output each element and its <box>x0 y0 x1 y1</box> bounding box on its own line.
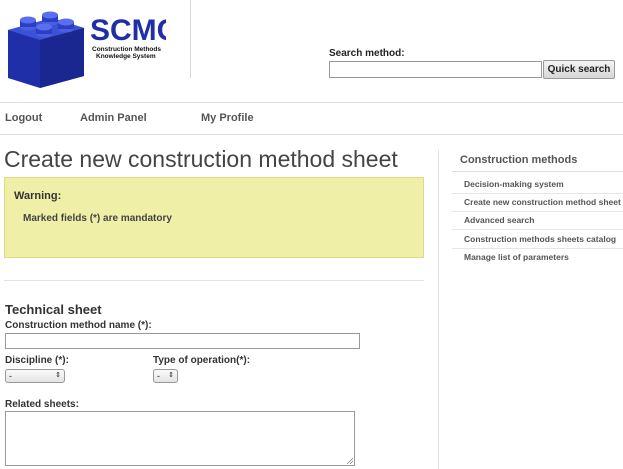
sidebar-title: Construction methods <box>460 154 578 166</box>
select-arrows-icon: ⇕ <box>55 372 61 379</box>
scmc-logo[interactable]: SCMC Construction Methods Knowledge Syst… <box>6 8 178 90</box>
sidebar-item-manage-parameters[interactable]: Manage list of parameters <box>452 249 623 267</box>
related-sheets-textarea[interactable] <box>5 411 355 466</box>
nav-link-my-profile[interactable]: My Profile <box>201 112 254 124</box>
resize-grip-icon[interactable] <box>346 457 353 464</box>
nav-link-logout[interactable]: Logout <box>5 112 42 124</box>
sidebar-item-label: Construction methods sheets catalog <box>464 234 617 244</box>
sidebar-item-label: Decision-making system <box>464 179 564 189</box>
sidebar-item-label: Advanced search <box>464 215 535 225</box>
method-name-input[interactable] <box>5 333 360 349</box>
warning-box: Warning: Marked fields (*) are mandatory <box>4 177 424 258</box>
nav-divider-top <box>0 102 623 103</box>
discipline-label: Discipline (*): <box>5 355 69 366</box>
sidebar-item-label: Manage list of parameters <box>464 252 569 262</box>
sidebar-item-sheets-catalog[interactable]: Construction methods sheets catalog <box>452 231 623 249</box>
lego-brick-logo-icon: SCMC Construction Methods Knowledge Syst… <box>8 11 178 88</box>
sidebar-item-decision-making-system[interactable]: Decision-making system <box>452 176 623 194</box>
select-arrows-icon: ⇕ <box>168 372 174 379</box>
logo-subtitle-line1: Construction Methods <box>92 46 161 53</box>
warning-text: Marked fields (*) are mandatory <box>23 213 172 224</box>
discipline-selected-value: - <box>9 371 12 381</box>
nav-link-admin-panel[interactable]: Admin Panel <box>80 112 147 124</box>
operation-type-select[interactable]: - ⇕ <box>153 369 178 383</box>
sidebar-divider <box>438 150 439 469</box>
section-divider <box>4 280 424 281</box>
operation-type-label: Type of operation(*): <box>153 355 251 366</box>
logo-title: SCMC <box>90 14 166 47</box>
sidebar-item-label: Create new construction method sheet <box>464 197 621 207</box>
search-input[interactable] <box>329 61 542 78</box>
sidebar-item-advanced-search[interactable]: Advanced search <box>452 212 623 230</box>
sidebar-header: Construction methods <box>452 150 623 172</box>
nav-divider-bottom <box>0 134 623 135</box>
quick-search-button[interactable]: Quick search <box>543 60 615 79</box>
technical-sheet-heading: Technical sheet <box>5 302 102 317</box>
search-label: Search method: <box>329 48 405 59</box>
method-name-label: Construction method name (*): <box>5 320 152 331</box>
discipline-select[interactable]: - ⇕ <box>5 369 65 383</box>
warning-title: Warning: <box>14 190 62 202</box>
logo-subtitle-line2: Knowledge System <box>96 53 156 60</box>
related-sheets-label: Related sheets: <box>5 399 79 410</box>
page-title: Create new construction method sheet <box>4 146 398 172</box>
header-divider <box>190 0 191 78</box>
operation-type-selected-value: - <box>157 371 160 381</box>
sidebar-item-create-new-sheet[interactable]: Create new construction method sheet <box>452 194 623 212</box>
